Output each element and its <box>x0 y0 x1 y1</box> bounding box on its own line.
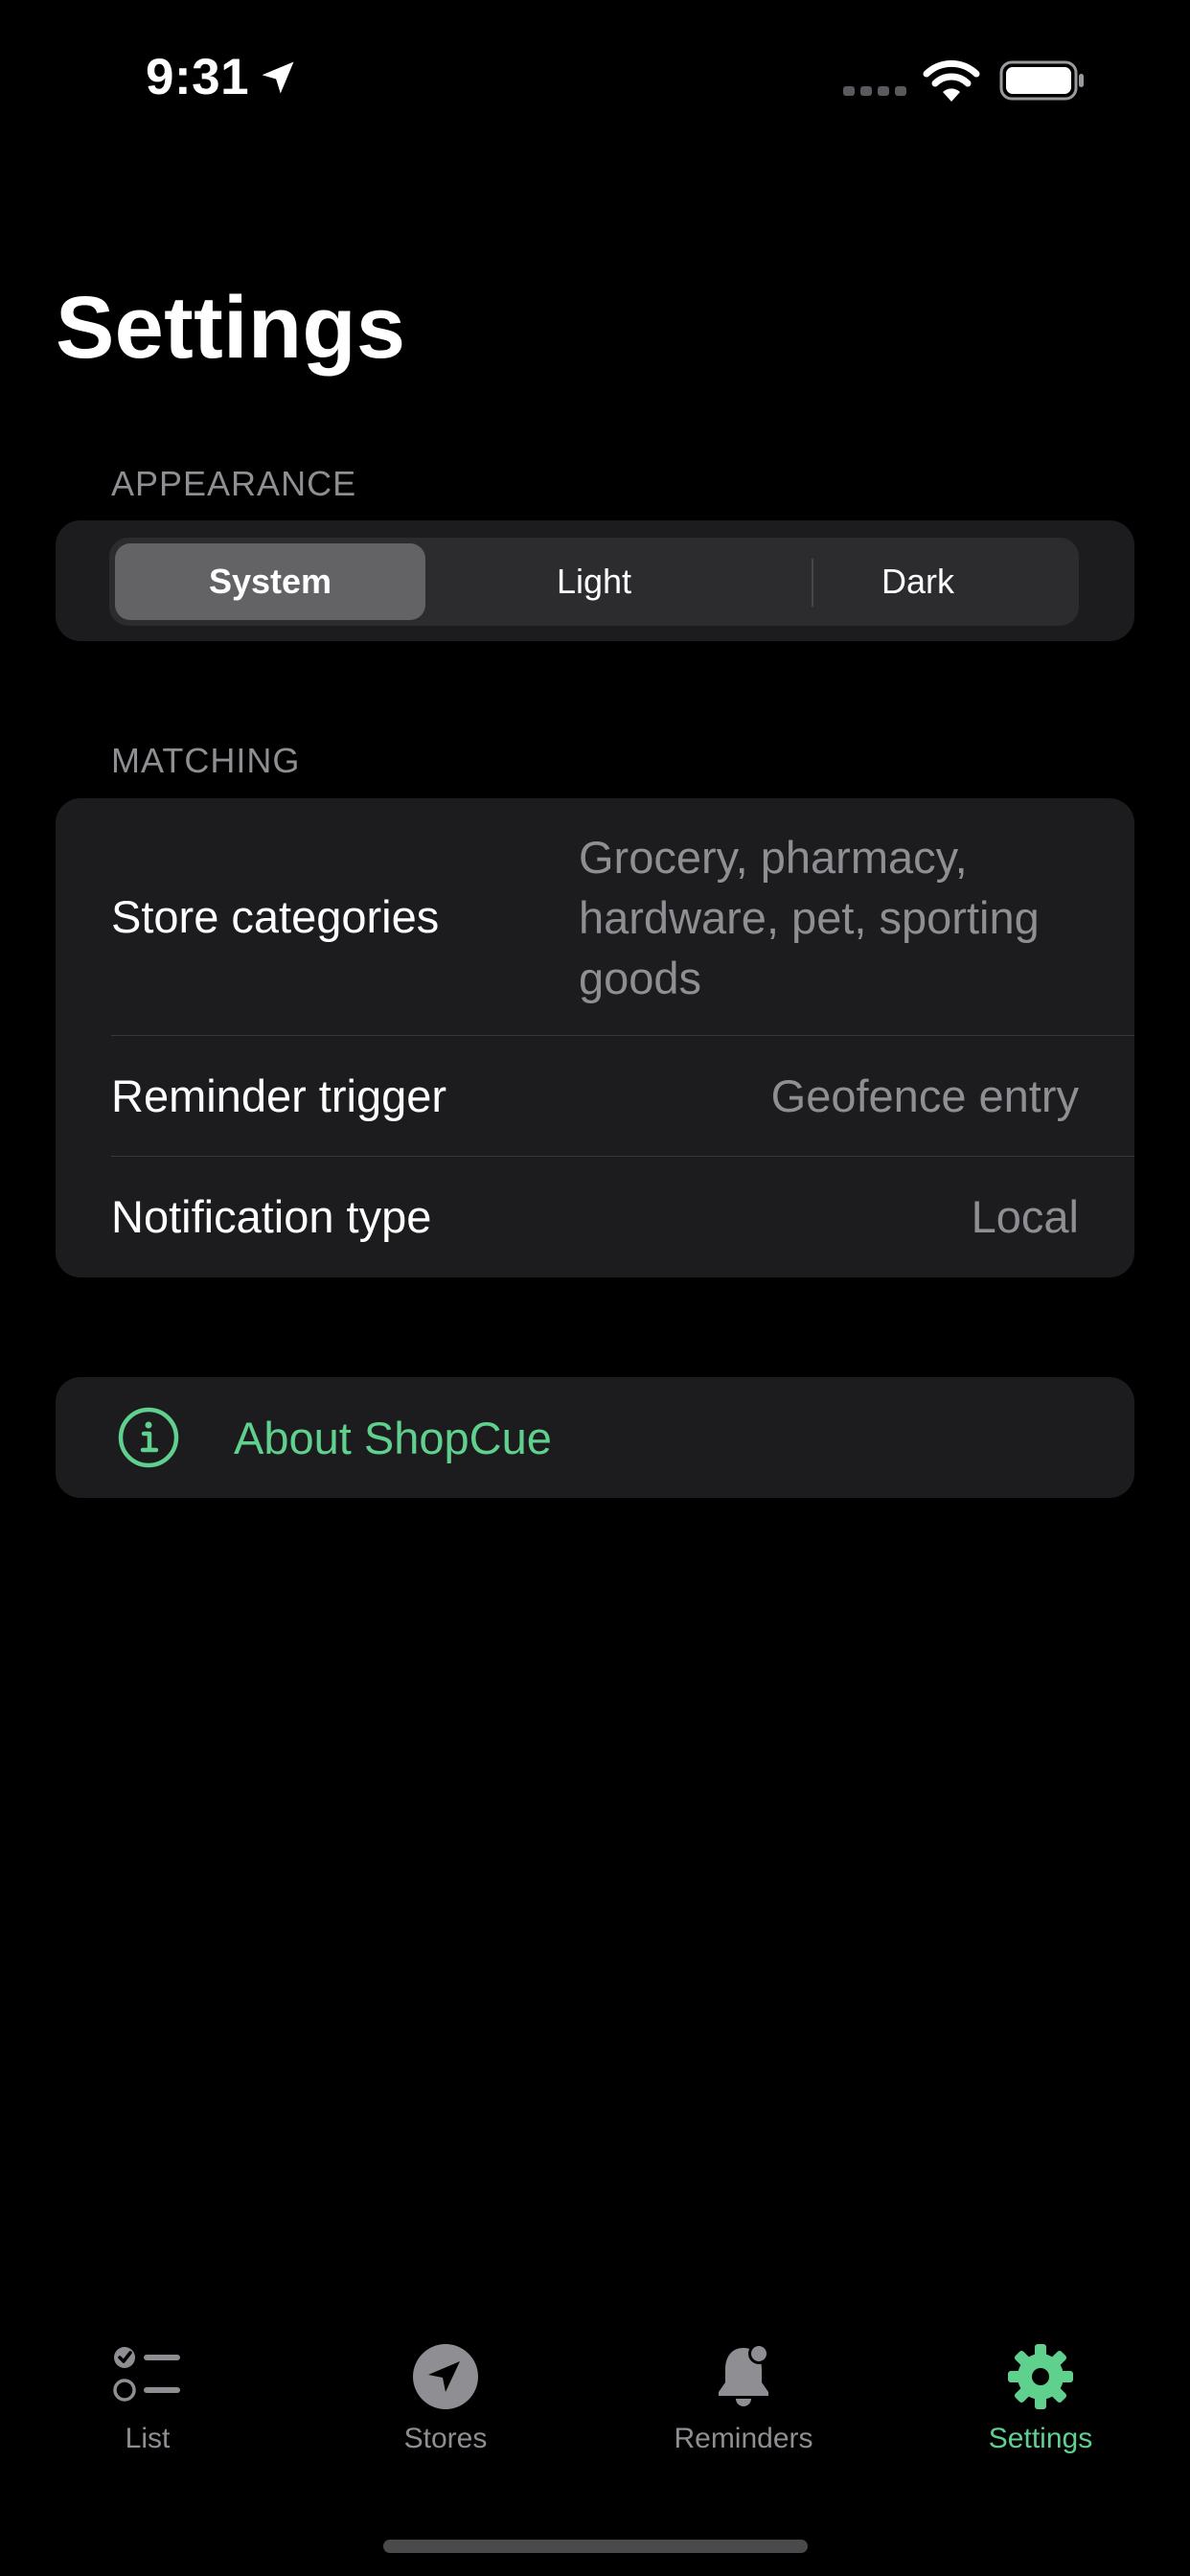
row-label: Notification type <box>111 1191 432 1242</box>
tab-stores[interactable]: Stores <box>340 2338 551 2482</box>
tab-label: Settings <box>988 2423 1093 2454</box>
wifi-icon <box>923 59 980 102</box>
about-label: About ShopCue <box>234 1413 552 1463</box>
section-header-matching: MATCHING <box>111 741 301 780</box>
section-header-appearance: APPEARANCE <box>111 464 357 503</box>
row-notification-type[interactable]: Notification type Local <box>56 1156 1134 1277</box>
row-value: Local <box>971 1191 1079 1242</box>
appearance-segmented-control: System Light Dark <box>109 538 1079 626</box>
bell-badge-icon <box>719 2343 769 2406</box>
tab-label: Stores <box>403 2423 488 2454</box>
row-store-categories[interactable]: Store categories Grocery, pharmacy, hard… <box>56 798 1134 1035</box>
tab-label: List <box>125 2423 171 2454</box>
status-bar: 9:31 <box>0 0 1190 153</box>
appearance-card: System Light Dark <box>56 520 1134 641</box>
tab-list[interactable]: List <box>42 2338 253 2482</box>
status-time: 9:31 <box>146 49 250 105</box>
row-value: Geofence entry <box>770 1070 1079 1121</box>
row-label: Reminder trigger <box>111 1070 447 1121</box>
battery-icon <box>999 60 1084 101</box>
row-reminder-trigger[interactable]: Reminder trigger Geofence entry <box>56 1035 1134 1156</box>
status-time-group: 9:31 <box>146 48 299 106</box>
segment-light[interactable]: Light <box>439 543 749 620</box>
tab-settings[interactable]: Settings <box>935 2338 1146 2482</box>
tab-bar: List Stores Reminders Settings <box>0 2338 1190 2482</box>
location-arrow-icon <box>262 61 294 93</box>
page-title: Settings <box>56 279 406 377</box>
segment-dark[interactable]: Dark <box>763 543 1073 620</box>
about-button[interactable]: About ShopCue <box>56 1377 1134 1498</box>
row-value: Grocery, pharmacy, hardware, pet, sporti… <box>579 832 1040 1003</box>
home-indicator <box>383 2540 808 2553</box>
signal-icon <box>843 86 906 98</box>
matching-card: Store categories Grocery, pharmacy, hard… <box>56 798 1134 1277</box>
segment-system[interactable]: System <box>115 543 425 620</box>
tab-label: Reminders <box>674 2423 813 2454</box>
info-circle-icon <box>118 1407 179 1468</box>
gear-icon <box>1008 2344 1073 2409</box>
location-arrow-circle-icon <box>413 2344 478 2409</box>
row-label: Store categories <box>111 891 440 942</box>
tab-reminders[interactable]: Reminders <box>638 2338 849 2482</box>
checklist-icon <box>113 2347 180 2402</box>
